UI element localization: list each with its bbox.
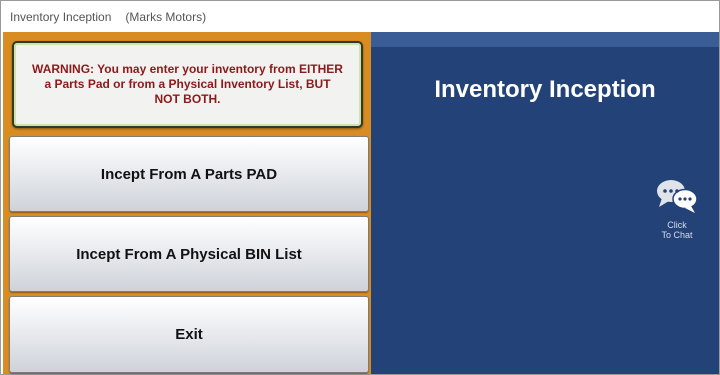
chat-label-line2: To Chat <box>661 230 693 240</box>
warning-text: WARNING: You may enter your inventory fr… <box>32 62 343 106</box>
incept-parts-pad-button[interactable]: Incept From A Parts PAD <box>9 136 369 212</box>
page-title: Inventory Inception <box>434 76 656 103</box>
exit-button[interactable]: Exit <box>9 296 369 373</box>
right-panel-header-strip <box>371 32 719 47</box>
chat-bubbles-icon <box>657 180 698 213</box>
title-bar: Inventory Inception (Marks Motors) <box>1 1 719 32</box>
left-panel: WARNING: You may enter your inventory fr… <box>3 32 371 374</box>
chat-label-line1: Click <box>667 220 687 230</box>
app-window: Inventory Inception (Marks Motors) WARNI… <box>0 0 720 375</box>
incept-bin-list-button[interactable]: Incept From A Physical BIN List <box>9 216 369 292</box>
window-title: Inventory Inception <box>10 9 112 24</box>
warning-box: WARNING: You may enter your inventory fr… <box>12 41 363 128</box>
company-name: (Marks Motors) <box>125 9 207 24</box>
click-to-chat-button[interactable]: Click To Chat <box>653 177 701 240</box>
